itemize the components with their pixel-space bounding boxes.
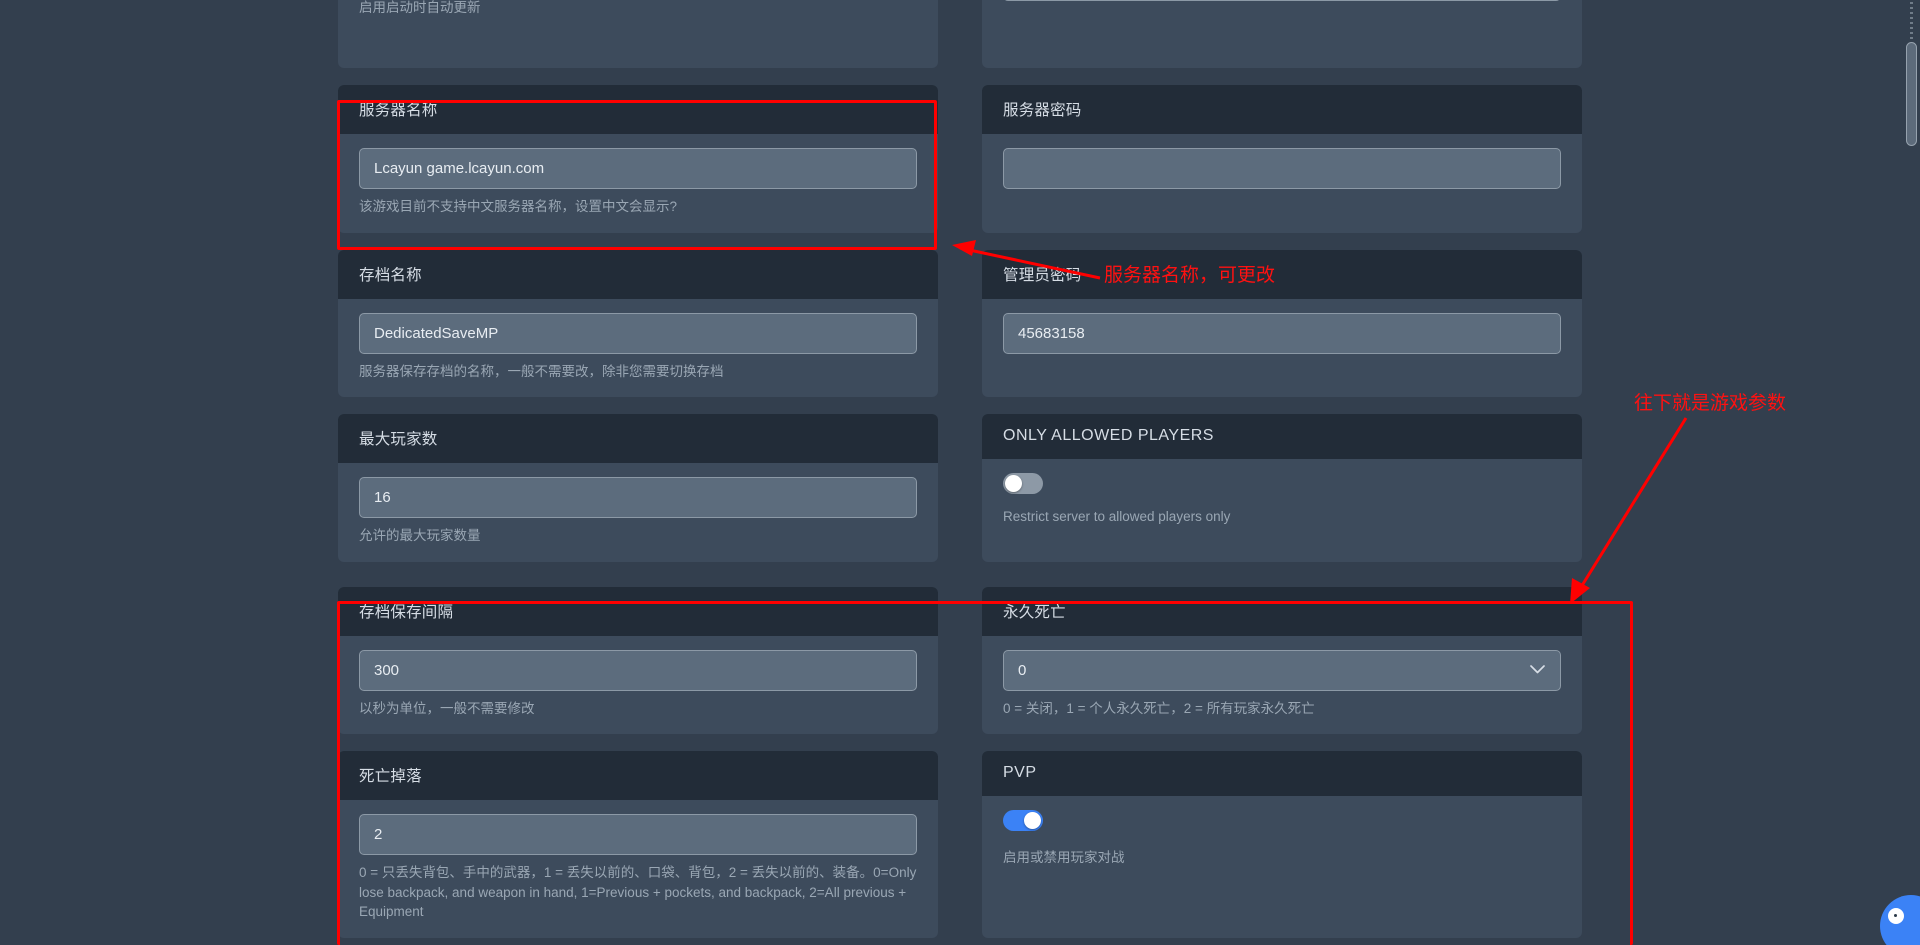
vertical-scrollbar-thumb[interactable]: [1906, 42, 1917, 146]
page-root: 启用启动时自动更新 30045 服务器名称 Lcayun game.lcayun…: [0, 0, 1920, 945]
annotation-arrow-game-params: [1570, 417, 1688, 604]
floating-button-icon: [1888, 908, 1904, 924]
scrollbar-dots-decoration: [1910, 2, 1913, 42]
annotation-text-game-params: 往下就是游戏参数: [1634, 393, 1787, 414]
